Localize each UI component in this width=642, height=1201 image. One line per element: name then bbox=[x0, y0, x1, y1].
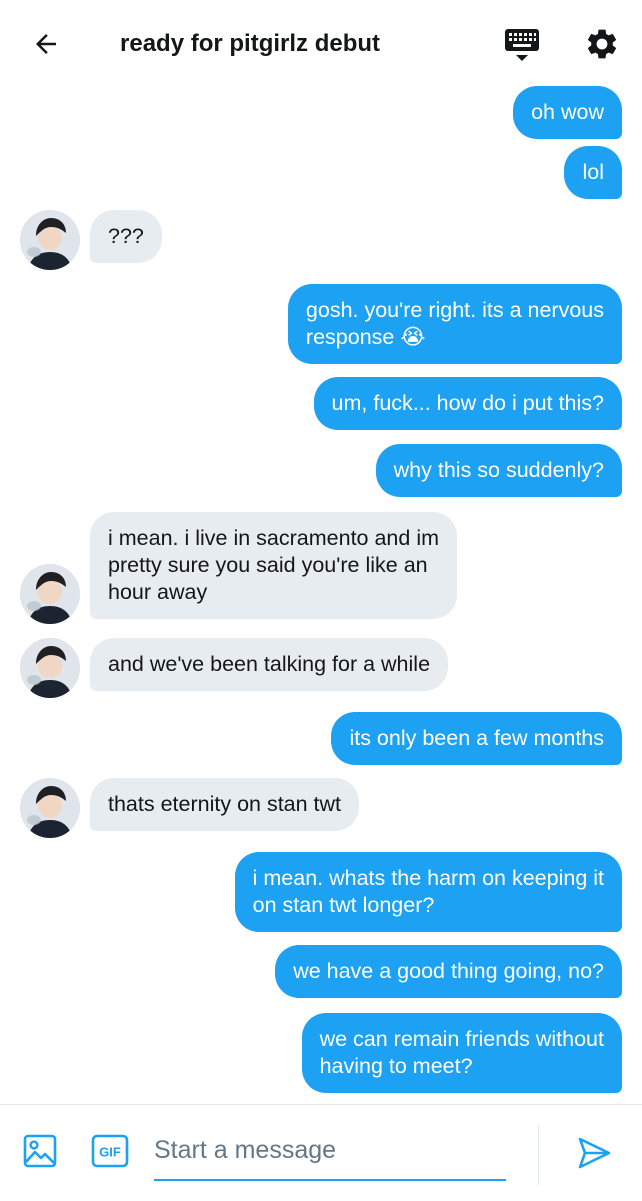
gif-icon: GIF bbox=[91, 1134, 129, 1168]
message-bubble-outgoing[interactable]: oh wow bbox=[513, 86, 622, 139]
message-text: we have a good thing going, no? bbox=[293, 959, 604, 983]
avatar[interactable] bbox=[20, 778, 80, 838]
message-bubble-outgoing[interactable]: why this so suddenly? bbox=[375, 444, 622, 497]
send-button[interactable] bbox=[572, 1133, 616, 1173]
conversation-header: ready for pitgirlz debut bbox=[0, 0, 642, 88]
gif-label: GIF bbox=[99, 1145, 121, 1160]
arrow-left-icon bbox=[36, 34, 56, 54]
message-text: oh wow bbox=[531, 100, 604, 124]
message-text: its only been a few months bbox=[349, 726, 604, 750]
keyboard-button[interactable] bbox=[498, 22, 546, 66]
gear-icon bbox=[587, 29, 617, 59]
keyboard-icon bbox=[505, 29, 539, 61]
message-text: and we've been talking for a while bbox=[108, 652, 431, 676]
message-bubble-outgoing[interactable]: we have a good thing going, no? bbox=[275, 945, 622, 998]
message-composer: GIF bbox=[0, 1104, 642, 1201]
message-bubble-outgoing[interactable]: we can remain friends without having to … bbox=[301, 1013, 622, 1093]
message-text-line: we can remain friends without bbox=[319, 1027, 604, 1051]
message-text-line: hour away bbox=[108, 580, 208, 604]
message-text: thats eternity on stan twt bbox=[108, 792, 342, 816]
settings-button[interactable] bbox=[578, 20, 626, 68]
message-bubble-incoming[interactable]: and we've been talking for a while bbox=[90, 638, 449, 691]
message-text-line: pretty sure you said you're like an bbox=[108, 553, 428, 577]
message-input[interactable] bbox=[154, 1127, 506, 1173]
message-bubble-outgoing[interactable]: um, fuck... how do i put this? bbox=[313, 377, 622, 430]
message-text-line: i mean. i live in sacramento and im bbox=[108, 526, 440, 550]
message-bubble-outgoing[interactable]: gosh. you're right. its a nervous respon… bbox=[287, 284, 622, 364]
message-text-line: response 😭 bbox=[305, 325, 426, 349]
message-text-line: gosh. you're right. its a nervous bbox=[305, 298, 604, 322]
message-bubble-incoming[interactable]: ??? bbox=[90, 210, 162, 263]
avatar[interactable] bbox=[20, 564, 80, 624]
message-bubble-outgoing[interactable]: i mean. whats the harm on keeping it on … bbox=[234, 852, 622, 932]
avatar[interactable] bbox=[20, 638, 80, 698]
message-bubble-incoming[interactable]: i mean. i live in sacramento and im pret… bbox=[90, 512, 458, 619]
message-text: um, fuck... how do i put this? bbox=[331, 391, 604, 415]
back-button[interactable] bbox=[22, 22, 70, 66]
add-image-button[interactable] bbox=[20, 1131, 60, 1171]
image-icon bbox=[23, 1134, 57, 1168]
message-bubble-outgoing[interactable]: its only been a few months bbox=[331, 712, 622, 765]
message-bubble-incoming[interactable]: thats eternity on stan twt bbox=[90, 778, 360, 831]
message-text-line: i mean. whats the harm on keeping it bbox=[252, 866, 604, 890]
message-input-wrapper bbox=[154, 1127, 506, 1181]
avatar[interactable] bbox=[20, 210, 80, 270]
message-text: lol bbox=[582, 160, 604, 184]
send-icon bbox=[578, 1137, 611, 1169]
message-text: why this so suddenly? bbox=[393, 458, 604, 482]
message-bubble-outgoing[interactable]: lol bbox=[564, 146, 622, 199]
conversation-title: ready for pitgirlz debut bbox=[120, 30, 381, 57]
add-gif-button[interactable]: GIF bbox=[90, 1133, 130, 1169]
message-text-line: on stan twt longer? bbox=[252, 893, 435, 917]
message-text-line: having to meet? bbox=[319, 1054, 473, 1078]
composer-divider bbox=[538, 1125, 539, 1185]
message-text: ??? bbox=[108, 224, 144, 248]
